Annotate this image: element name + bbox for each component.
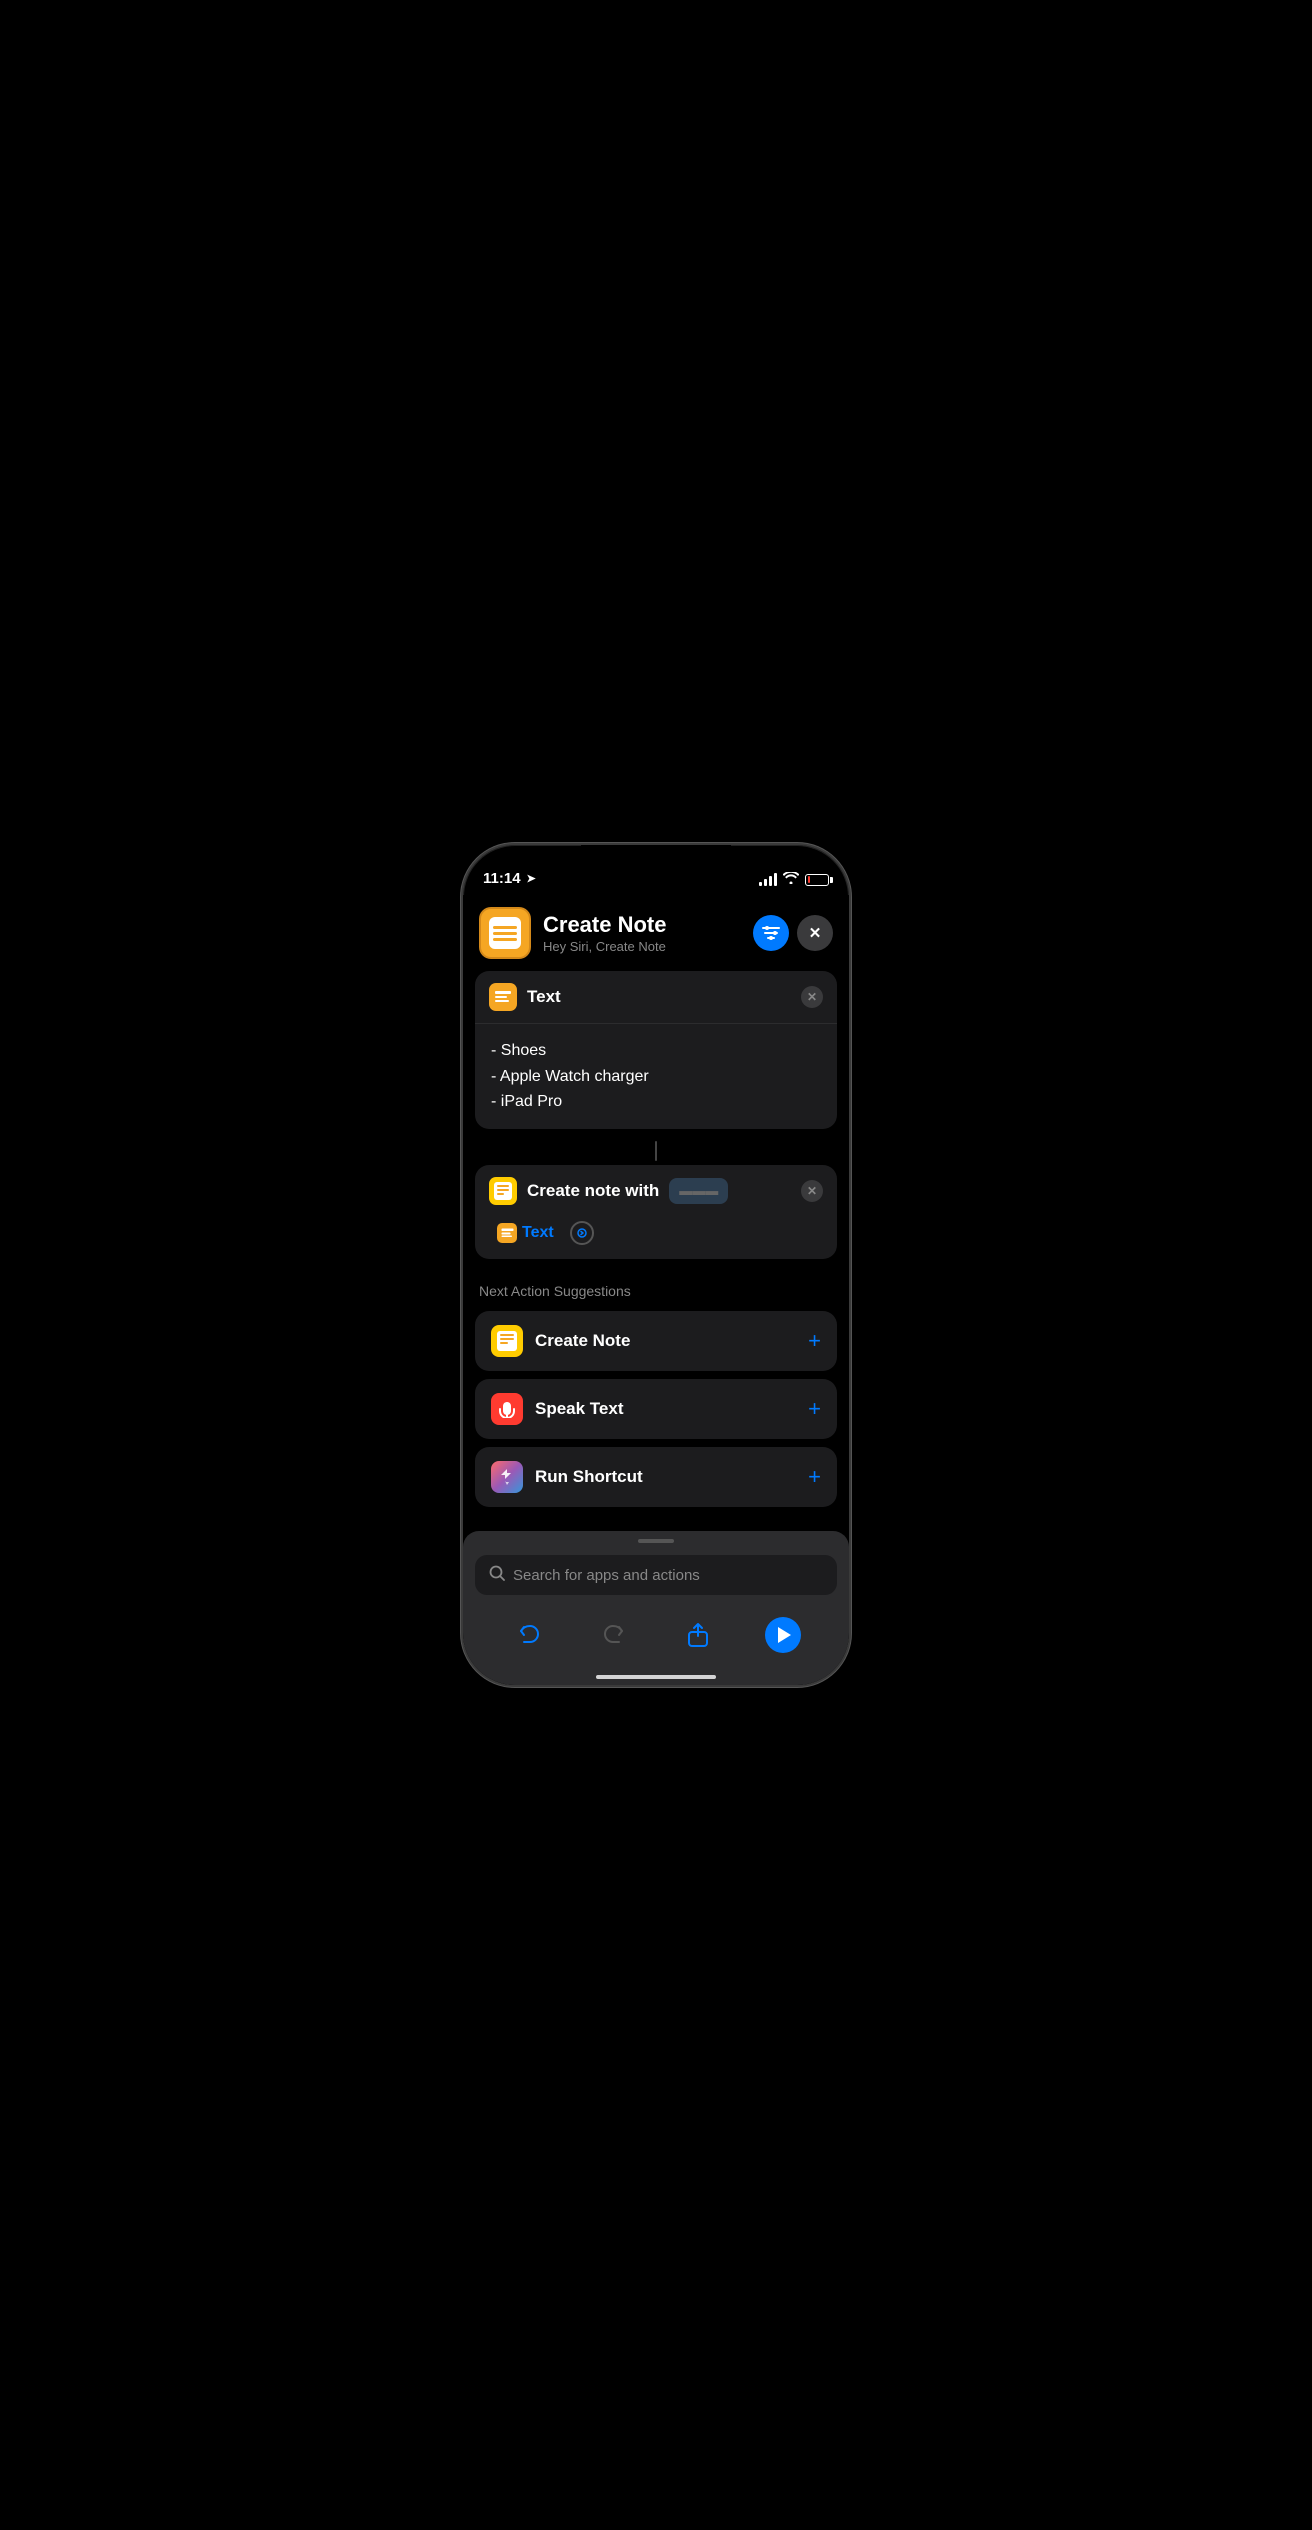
text-variable-badge[interactable]: Text xyxy=(489,1221,562,1245)
variable-chevron-button[interactable] xyxy=(570,1221,594,1245)
text-card-title: Text xyxy=(527,987,791,1007)
suggestion-create-note[interactable]: Create Note + xyxy=(475,1311,837,1371)
filter-button[interactable] xyxy=(753,915,789,951)
text-card-body: - Shoes - Apple Watch charger - iPad Pro xyxy=(475,1024,837,1129)
notch xyxy=(581,845,731,879)
time-display: 11:14 xyxy=(483,870,521,887)
create-note-action-card: Create note with ▬▬▬ ✕ xyxy=(475,1165,837,1259)
location-arrow-icon: ➤ xyxy=(527,872,536,885)
text-line-2: - Apple Watch charger xyxy=(491,1064,821,1090)
speak-text-suggestion-icon xyxy=(491,1393,523,1425)
text-line-1: - Shoes xyxy=(491,1038,821,1064)
text-card-close-button[interactable]: ✕ xyxy=(801,986,823,1008)
redo-button[interactable] xyxy=(594,1615,634,1655)
sheet-handle xyxy=(638,1539,674,1543)
speak-text-suggestion-label: Speak Text xyxy=(535,1399,796,1419)
text-variable-label: Text xyxy=(522,1224,554,1242)
text-action-icon xyxy=(489,983,517,1011)
text-badge-icon xyxy=(497,1223,517,1243)
toolbar xyxy=(463,1607,849,1685)
create-note-card-close-button[interactable]: ✕ xyxy=(801,1180,823,1202)
search-bar[interactable]: Search for apps and actions xyxy=(475,1555,837,1595)
battery-fill xyxy=(808,876,811,883)
note-variable-pill: ▬▬▬ xyxy=(669,1178,728,1204)
shortcut-header: Create Note Hey Siri, Create Note ✕ xyxy=(463,895,849,971)
status-time: 11:14 ➤ xyxy=(483,870,536,887)
app-icon xyxy=(479,907,531,959)
home-indicator xyxy=(596,1675,716,1679)
share-button[interactable] xyxy=(678,1615,718,1655)
play-button[interactable] xyxy=(763,1615,803,1655)
shortcut-title: Create Note xyxy=(543,912,741,938)
create-note-suggestion-icon xyxy=(491,1325,523,1357)
text-card-header: Text ✕ xyxy=(475,971,837,1024)
drag-divider xyxy=(475,1137,837,1165)
actions-area: Text ✕ - Shoes - Apple Watch charger - i… xyxy=(463,971,849,1259)
run-shortcut-suggestion-icon xyxy=(491,1461,523,1493)
suggestion-speak-text[interactable]: Speak Text + xyxy=(475,1379,837,1439)
text-card-content: - Shoes - Apple Watch charger - iPad Pro xyxy=(491,1038,821,1115)
suggestion-run-shortcut[interactable]: Run Shortcut + xyxy=(475,1447,837,1507)
run-shortcut-add-button[interactable]: + xyxy=(808,1464,821,1490)
signal-bars-icon xyxy=(759,873,777,886)
create-note-second-row: Text xyxy=(475,1217,837,1259)
header-buttons: ✕ xyxy=(753,915,833,951)
suggestions-title: Next Action Suggestions xyxy=(475,1283,837,1299)
main-content: Create Note Hey Siri, Create Note ✕ xyxy=(463,895,849,1685)
create-note-label: Create note with xyxy=(527,1181,659,1201)
create-note-suggestion-label: Create Note xyxy=(535,1331,796,1351)
app-icon-inner xyxy=(489,917,521,949)
header-text-block: Create Note Hey Siri, Create Note xyxy=(543,912,741,954)
text-line-3: - iPad Pro xyxy=(491,1089,821,1115)
bottom-sheet: Search for apps and actions xyxy=(463,1531,849,1685)
play-triangle-icon xyxy=(778,1627,791,1643)
close-button[interactable]: ✕ xyxy=(797,915,833,951)
phone-frame: 11:14 ➤ xyxy=(461,843,851,1687)
play-btn-circle xyxy=(765,1617,801,1653)
wifi-icon xyxy=(783,872,799,887)
search-icon xyxy=(489,1565,505,1585)
run-shortcut-suggestion-label: Run Shortcut xyxy=(535,1467,796,1487)
suggestions-section: Next Action Suggestions Create Note + xyxy=(463,1267,849,1523)
status-icons xyxy=(759,872,829,887)
create-note-add-button[interactable]: + xyxy=(808,1328,821,1354)
shortcut-subtitle: Hey Siri, Create Note xyxy=(543,939,741,954)
text-action-card: Text ✕ - Shoes - Apple Watch charger - i… xyxy=(475,971,837,1129)
create-note-icon xyxy=(489,1177,517,1205)
speak-text-add-button[interactable]: + xyxy=(808,1396,821,1422)
undo-button[interactable] xyxy=(509,1615,549,1655)
battery-icon xyxy=(805,874,829,886)
search-placeholder-text: Search for apps and actions xyxy=(513,1567,700,1584)
